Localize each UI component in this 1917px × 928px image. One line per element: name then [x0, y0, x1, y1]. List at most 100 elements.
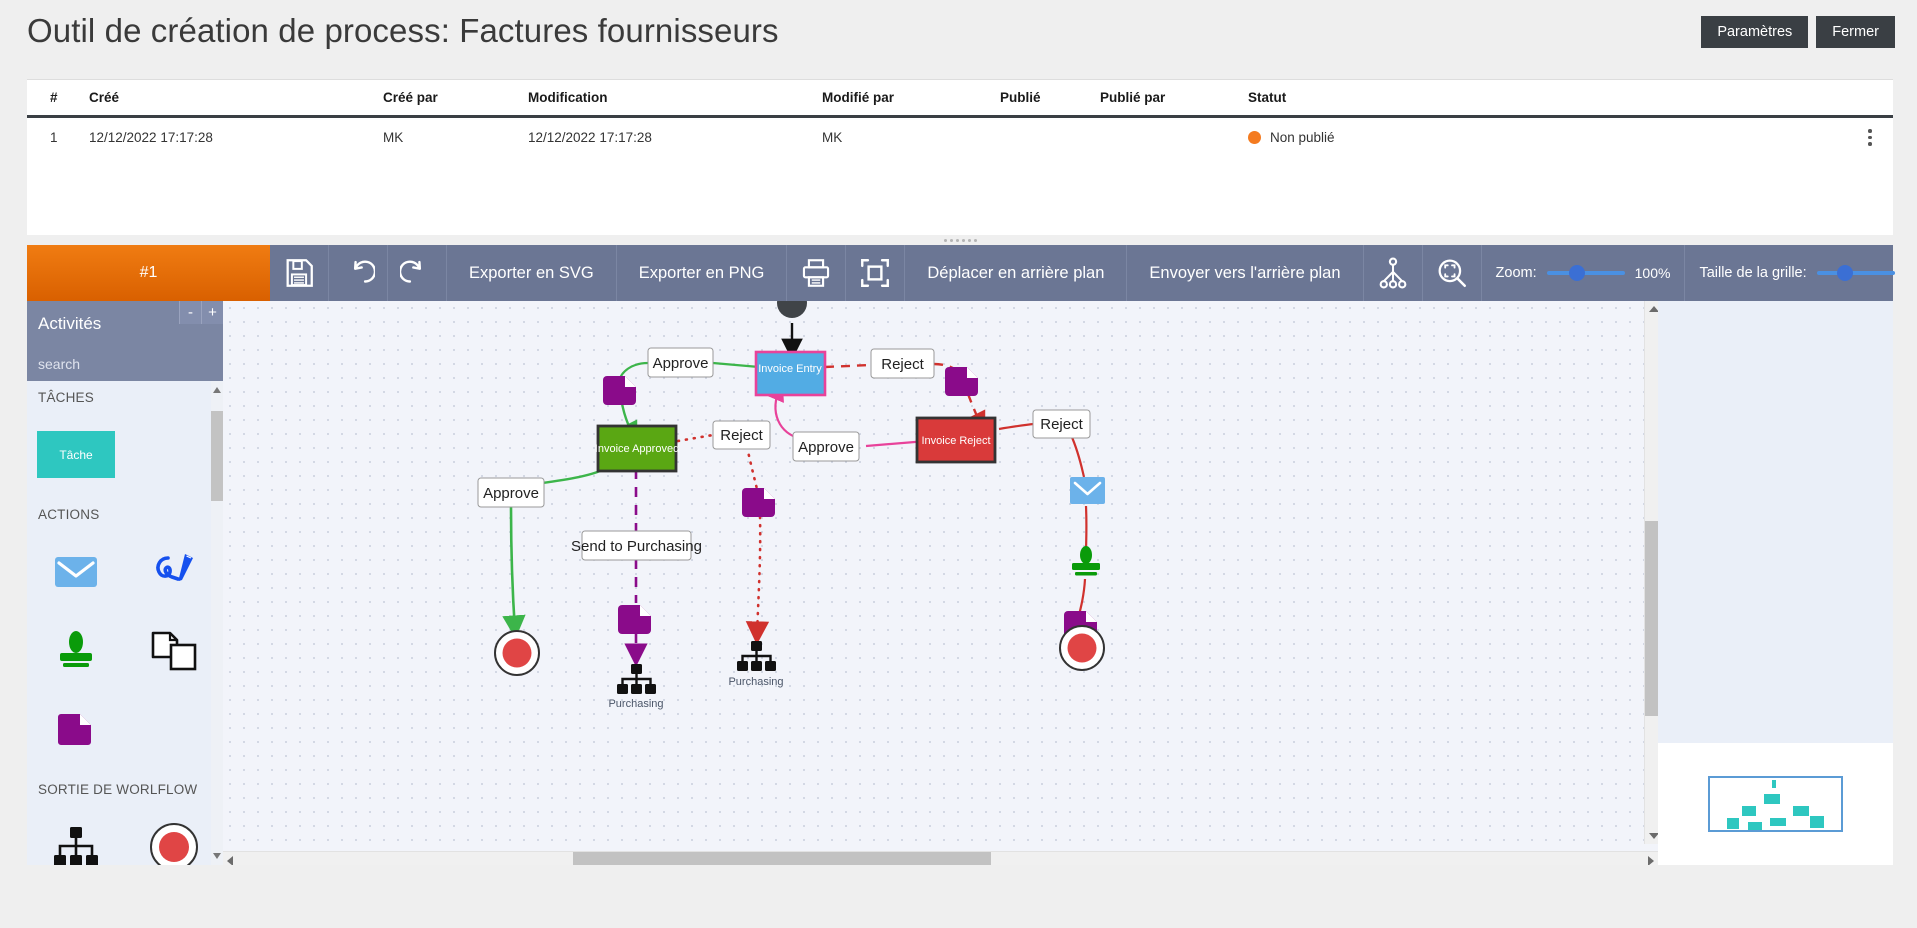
print-button[interactable]	[787, 245, 847, 301]
edge-label-reject-1-text: Reject	[881, 356, 924, 373]
undo-button[interactable]	[329, 245, 388, 301]
redo-button[interactable]	[388, 245, 447, 301]
column-header-modified[interactable]: Modification	[528, 80, 822, 118]
palette-scrollbar[interactable]	[211, 381, 223, 865]
cell-created: 12/12/2022 17:17:28	[89, 129, 213, 145]
column-header-published-by[interactable]: Publié par	[1100, 80, 1248, 118]
panel-splitter[interactable]	[27, 235, 1893, 245]
export-svg-button[interactable]: Exporter en SVG	[447, 245, 617, 301]
close-button[interactable]: Fermer	[1816, 16, 1895, 48]
palette-item-email[interactable]	[27, 532, 125, 611]
node-invoice-entry[interactable]: Invoice Entry	[754, 350, 827, 397]
edge-invoice-entry-reject-a[interactable]	[824, 363, 872, 369]
palette-title: Activités	[38, 313, 102, 333]
edge-label-send-to-purchasing[interactable]: Send to Purchasing	[571, 530, 702, 561]
edge-label-reject-1[interactable]: Reject	[870, 348, 935, 379]
versions-panel: # Créé Créé par Modification Modifié par…	[27, 79, 1893, 239]
send-to-back-button[interactable]: Envoyer vers l'arrière plan	[1127, 245, 1364, 301]
diagram-canvas[interactable]: Invoice Entry Invoice Approved Invoice R…	[223, 301, 1658, 865]
document-icon	[58, 713, 91, 745]
auto-layout-button[interactable]	[1364, 245, 1423, 301]
canvas-hscroll-thumb[interactable]	[573, 852, 991, 865]
node-document-3[interactable]	[742, 488, 775, 517]
app-header: Outil de création de process: Factures f…	[0, 0, 1917, 78]
zoom-search-icon	[1438, 259, 1466, 288]
palette-item-document[interactable]	[27, 690, 125, 769]
row-kebab-menu-icon[interactable]	[1847, 129, 1893, 146]
node-invoice-reject[interactable]: Invoice Reject	[915, 416, 997, 464]
palette-scroll-thumb[interactable]	[211, 411, 223, 501]
edge-label-reject-3[interactable]: Reject	[1032, 409, 1091, 439]
node-end-1[interactable]	[494, 630, 540, 676]
node-stamp-action[interactable]	[1072, 546, 1100, 576]
save-button[interactable]	[270, 245, 329, 301]
send-to-back-label: Envoyer vers l'arrière plan	[1149, 263, 1341, 282]
node-document-1[interactable]	[603, 376, 636, 405]
search-input[interactable]	[38, 355, 219, 372]
edge-label-approve-3[interactable]: Approve	[477, 477, 545, 508]
node-org-unit-2[interactable]: Purchasing	[728, 641, 784, 688]
cell-created-by: MK	[383, 129, 404, 145]
column-header-num[interactable]: #	[27, 80, 89, 118]
zoom-slider[interactable]	[1546, 265, 1625, 281]
palette-scroll-down-icon[interactable]	[213, 853, 221, 859]
palette-header: Activités - +	[27, 301, 223, 346]
edge-invoice-entry-approve-a[interactable]	[712, 361, 760, 369]
column-header-created[interactable]: Créé	[89, 80, 383, 118]
palette-group-actions	[27, 528, 223, 773]
table-row[interactable]: 1 12/12/2022 17:17:28 MK 12/12/2022 17:1…	[27, 117, 1893, 157]
edge-doc3-to-purchasing[interactable]	[745, 515, 770, 645]
edge-invoice-approved-reject-a[interactable]	[676, 433, 715, 443]
edge-approve-to-end-node-1[interactable]	[502, 506, 526, 639]
grid-slider-group: Taille de la grille: 10	[1685, 245, 1917, 301]
scroll-right-icon[interactable]	[1648, 856, 1654, 865]
node-org-unit-1-label: Purchasing	[608, 698, 663, 710]
palette-item-tache[interactable]: Tâche	[27, 415, 125, 494]
node-org-unit-1[interactable]: Purchasing	[608, 664, 664, 710]
send-backward-button[interactable]: Déplacer en arrière plan	[905, 245, 1128, 301]
palette-collapse-button[interactable]: -	[179, 301, 201, 324]
node-document-2[interactable]	[945, 367, 978, 396]
minimap[interactable]	[1658, 743, 1893, 865]
canvas-horizontal-scrollbar[interactable]	[223, 851, 1658, 865]
node-invoice-approved[interactable]: Invoice Approved	[595, 424, 679, 473]
scroll-down-icon[interactable]	[1649, 833, 1658, 839]
palette-section-label-taches: TÂCHES	[38, 390, 94, 405]
process-editor: #1 Exporter en SVG Exporter en PNG Dépla…	[27, 245, 1895, 865]
node-end-2[interactable]	[1059, 625, 1105, 671]
zoom-value: 100%	[1634, 265, 1671, 281]
palette-item-end-node[interactable]	[125, 807, 223, 865]
edge-label-approve-1[interactable]: Approve	[647, 347, 714, 378]
grid-slider-thumb[interactable]	[1836, 265, 1853, 281]
palette-item-stamp[interactable]	[27, 611, 125, 690]
edge-label-reject-2[interactable]: Reject	[712, 420, 771, 450]
column-header-created-by[interactable]: Créé par	[383, 80, 528, 118]
palette-item-org-unit[interactable]	[27, 807, 125, 865]
minimap-viewport[interactable]	[1708, 776, 1843, 832]
minimap-node	[1770, 818, 1786, 826]
palette-item-signature[interactable]	[125, 532, 223, 611]
canvas-vscroll-thumb[interactable]	[1645, 521, 1658, 716]
version-tab[interactable]: #1	[27, 245, 270, 301]
grid-size-slider[interactable]	[1816, 265, 1895, 281]
export-png-button[interactable]: Exporter en PNG	[617, 245, 788, 301]
node-email-action[interactable]	[1070, 477, 1105, 504]
palette-expand-button[interactable]: +	[201, 301, 223, 324]
column-header-status[interactable]: Statut	[1248, 80, 1847, 118]
settings-button[interactable]: Paramètres	[1701, 16, 1809, 48]
edge-label-approve-2[interactable]: Approve	[792, 431, 860, 462]
zoom-to-fit-button[interactable]	[1423, 245, 1482, 301]
column-header-published[interactable]: Publié	[1000, 80, 1100, 118]
palette-scroll-up-icon[interactable]	[213, 387, 221, 393]
edge-reject-to-email[interactable]	[1069, 434, 1086, 478]
grid-size-label: Taille de la grille:	[1699, 265, 1807, 281]
palette-item-copy[interactable]	[125, 611, 223, 690]
scroll-left-icon[interactable]	[227, 856, 233, 865]
column-header-modified-by[interactable]: Modifié par	[822, 80, 1000, 118]
fullscreen-button[interactable]	[846, 245, 906, 301]
canvas-vertical-scrollbar[interactable]	[1644, 301, 1658, 844]
node-document-4[interactable]	[618, 605, 651, 634]
node-start[interactable]	[777, 301, 807, 318]
zoom-slider-thumb[interactable]	[1568, 265, 1585, 281]
scroll-up-icon[interactable]	[1649, 306, 1658, 312]
